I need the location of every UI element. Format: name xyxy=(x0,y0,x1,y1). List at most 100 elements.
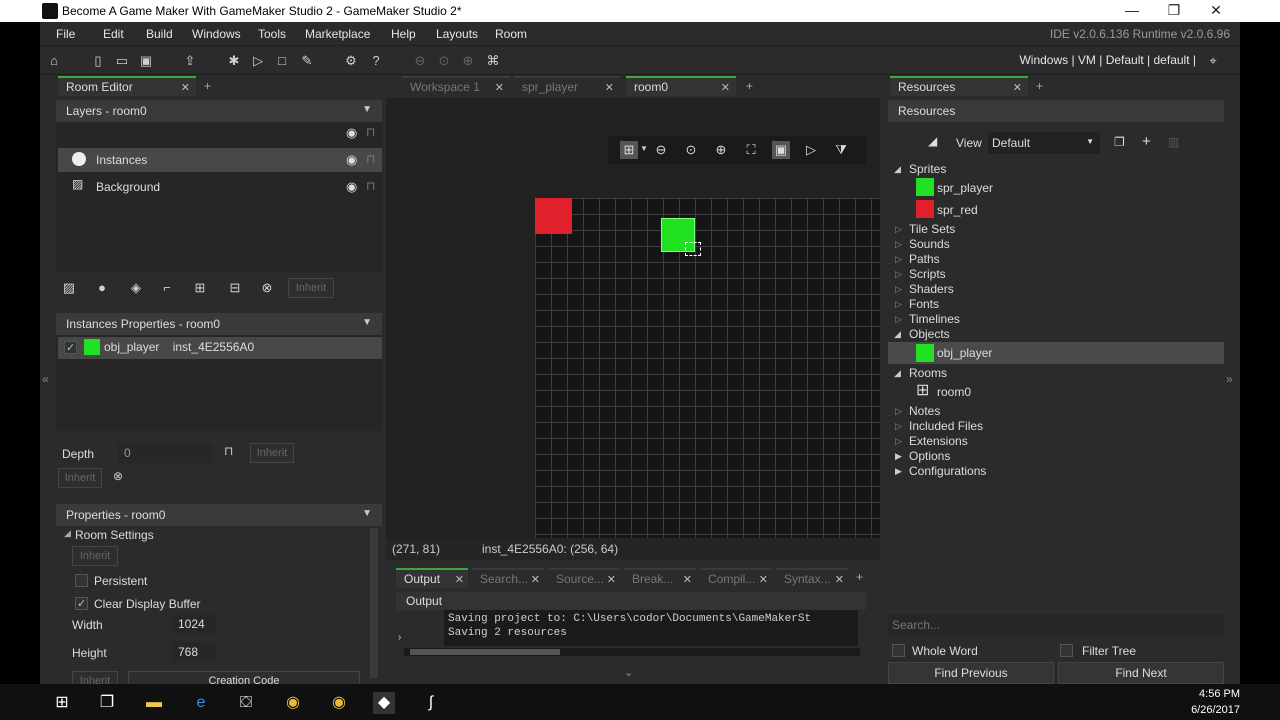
add-asset-layer-icon[interactable]: ⊞ xyxy=(191,279,209,297)
find-previous-button[interactable]: Find Previous xyxy=(888,662,1054,684)
tree-shaders[interactable]: ▷ Shaders xyxy=(888,282,1224,297)
collapse-right-icon[interactable]: » xyxy=(1226,372,1233,386)
eye-icon[interactable]: ◉ xyxy=(346,125,357,141)
add-folder-icon[interactable]: ⊟ xyxy=(226,279,244,297)
open-project-icon[interactable]: ▭ xyxy=(113,52,131,70)
persistent-checkbox[interactable] xyxy=(75,574,88,587)
tree-rooms[interactable]: ◢ Rooms xyxy=(888,366,1224,381)
tab-room0[interactable]: room0 ✕ xyxy=(626,76,736,96)
properties-scrollbar[interactable] xyxy=(370,528,378,678)
close-tab-icon[interactable]: ✕ xyxy=(605,81,614,94)
edge-browser-icon[interactable]: e xyxy=(190,692,212,714)
room-grid[interactable] xyxy=(535,198,880,558)
tree-included-files[interactable]: ▷ Included Files xyxy=(888,419,1224,434)
menu-room[interactable]: Room xyxy=(495,27,527,41)
instance-row[interactable]: obj_player inst_4E2556A0 xyxy=(58,337,382,359)
sort-icon[interactable]: ◢ xyxy=(928,134,937,148)
depth-input[interactable]: 0 xyxy=(118,443,212,463)
tab-search[interactable]: Search... ✕ xyxy=(472,568,544,588)
clear-display-buffer-checkbox[interactable] xyxy=(75,597,88,610)
menu-windows[interactable]: Windows xyxy=(192,27,241,41)
zoom-out-icon[interactable]: ⊖ xyxy=(652,141,670,159)
lock-icon[interactable]: ⊓ xyxy=(366,125,375,139)
frame-icon[interactable]: ▣ xyxy=(772,141,790,159)
menu-build[interactable]: Build xyxy=(146,27,173,41)
play-animation-icon[interactable]: ▷ xyxy=(802,141,820,159)
chevron-down-icon[interactable]: ▼ xyxy=(362,317,372,328)
close-tab-icon[interactable]: ✕ xyxy=(835,573,844,586)
close-tab-icon[interactable]: ✕ xyxy=(181,81,190,94)
menu-marketplace[interactable]: Marketplace xyxy=(305,27,370,41)
settings-gear-icon[interactable]: ⚙ xyxy=(342,52,360,70)
tree-configurations[interactable]: ▶ Configurations xyxy=(888,464,1224,479)
windows-start-icon[interactable]: ⊞ xyxy=(51,692,73,714)
tree-extensions[interactable]: ▷ Extensions xyxy=(888,434,1224,449)
run-icon[interactable]: ▷ xyxy=(249,52,267,70)
collapse-left-icon[interactable]: « xyxy=(42,372,49,386)
instances-header[interactable]: Instances Properties - room0 ▼ xyxy=(56,313,382,335)
close-window-button[interactable]: ✕ xyxy=(1202,2,1230,20)
find-next-button[interactable]: Find Next xyxy=(1058,662,1224,684)
tree-obj-player[interactable]: obj_player xyxy=(888,342,1224,364)
eye-icon[interactable]: ◉ xyxy=(346,152,357,168)
help-icon[interactable]: ? xyxy=(367,52,385,70)
tree-options[interactable]: ▶ Options xyxy=(888,449,1224,464)
collapse-all-icon[interactable]: ❐ xyxy=(1114,135,1125,149)
room-width-input[interactable]: 1024 xyxy=(172,614,216,634)
add-tab-icon[interactable]: + xyxy=(856,570,863,584)
close-tab-icon[interactable]: ✕ xyxy=(495,81,504,94)
stop-icon[interactable]: □ xyxy=(273,52,291,70)
add-background-layer-icon[interactable]: ▨ xyxy=(60,279,78,297)
tree-objects[interactable]: ◢ Objects xyxy=(888,327,1224,342)
tab-compile[interactable]: Compil... ✕ xyxy=(700,568,772,588)
output-hscrollbar[interactable] xyxy=(404,648,860,656)
menu-help[interactable]: Help xyxy=(391,27,416,41)
clear-inherit-icon[interactable]: ⊗ xyxy=(113,469,123,483)
trash-icon[interactable]: ▥ xyxy=(1168,135,1179,149)
lock-icon[interactable]: ⊓ xyxy=(224,444,233,458)
room-height-input[interactable]: 768 xyxy=(172,642,216,662)
tree-spr-player[interactable]: spr_player xyxy=(888,178,1224,198)
layer-background[interactable]: ▨ Background ◉ ⊓ xyxy=(58,175,382,199)
add-tile-layer-icon[interactable]: ◈ xyxy=(127,279,145,297)
close-tab-icon[interactable]: ✕ xyxy=(1013,81,1022,94)
scroll-thumb[interactable] xyxy=(410,649,560,655)
tab-workspace-1[interactable]: Workspace 1 ✕ xyxy=(402,76,510,96)
add-instance-layer-icon[interactable]: ● xyxy=(93,279,111,297)
close-tab-icon[interactable]: ✕ xyxy=(759,573,768,586)
save-icon[interactable]: ▣ xyxy=(137,52,155,70)
add-tab-icon[interactable]: + xyxy=(746,79,753,93)
filter-tree-checkbox[interactable] xyxy=(1060,644,1073,657)
inherit-button[interactable]: Inherit xyxy=(58,468,102,488)
maximize-button[interactable]: ❐ xyxy=(1160,2,1188,20)
whole-word-checkbox[interactable] xyxy=(892,644,905,657)
tree-timelines[interactable]: ▷ Timelines xyxy=(888,312,1224,327)
expand-triangle-icon[interactable]: ◢ xyxy=(64,528,71,539)
zoom-out-icon[interactable]: ⊖ xyxy=(411,52,429,70)
add-tab-icon[interactable]: + xyxy=(1036,79,1043,93)
tab-breakpoints[interactable]: Break... ✕ xyxy=(624,568,696,588)
tab-room-editor[interactable]: Room Editor ✕ xyxy=(58,76,196,96)
target-selector[interactable]: Windows | VM | Default | default | xyxy=(1019,53,1196,67)
chevron-down-icon[interactable]: ▼ xyxy=(362,104,372,115)
zoom-reset-icon[interactable]: ⊙ xyxy=(435,52,453,70)
home-icon[interactable]: ⌂ xyxy=(45,52,63,70)
tree-spr-red[interactable]: spr_red xyxy=(888,200,1224,220)
zoom-in-icon[interactable]: ⊕ xyxy=(712,141,730,159)
layers-header[interactable]: Layers - room0 ▼ xyxy=(56,100,382,122)
properties-header[interactable]: Properties - room0 ▼ xyxy=(56,504,382,526)
lock-icon[interactable]: ⊓ xyxy=(366,152,375,166)
add-path-layer-icon[interactable]: ⌐ xyxy=(158,279,176,297)
close-tab-icon[interactable]: ✕ xyxy=(531,573,540,586)
fit-view-icon[interactable]: ⛶ xyxy=(742,141,760,159)
depth-inherit-button[interactable]: Inherit xyxy=(250,443,294,463)
lock-icon[interactable]: ⊓ xyxy=(366,179,375,193)
add-resource-icon[interactable]: + xyxy=(1142,133,1151,150)
eye-icon[interactable]: ◉ xyxy=(346,179,357,195)
debug-icon[interactable]: ✱ xyxy=(225,52,243,70)
store-icon[interactable]: ⛋ xyxy=(235,692,257,714)
clean-icon[interactable]: ✎ xyxy=(298,52,316,70)
new-project-icon[interactable]: ▯ xyxy=(89,52,107,70)
tab-resources[interactable]: Resources ✕ xyxy=(890,76,1028,96)
layer-inherit-button[interactable]: Inherit xyxy=(288,278,334,298)
